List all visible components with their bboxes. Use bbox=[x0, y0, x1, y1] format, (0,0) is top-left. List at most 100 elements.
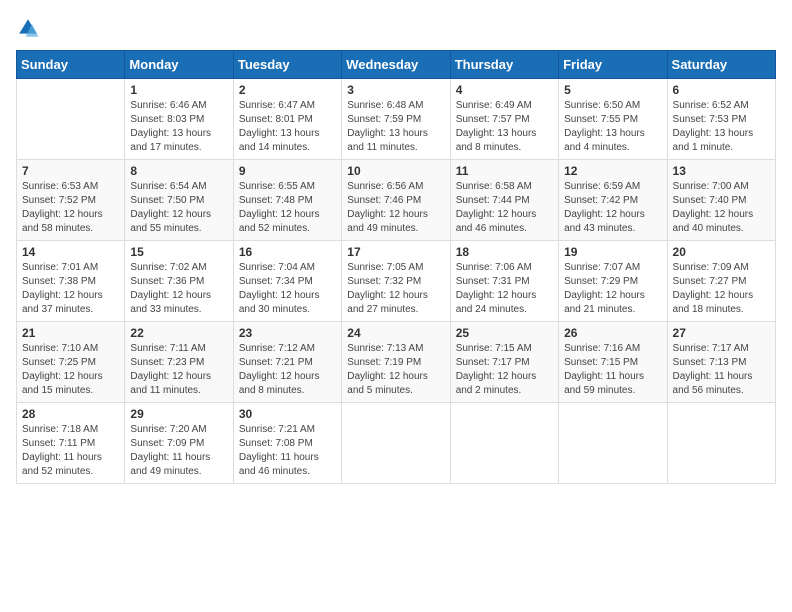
calendar-cell: 20 Sunrise: 7:09 AMSunset: 7:27 PMDayligh… bbox=[667, 241, 775, 322]
day-info: Sunrise: 7:17 AMSunset: 7:13 PMDaylight:… bbox=[673, 342, 770, 398]
calendar-cell: 18 Sunrise: 7:06 AMSunset: 7:31 PMDayligh… bbox=[450, 241, 558, 322]
day-info: Sunrise: 7:01 AMSunset: 7:38 PMDaylight:… bbox=[22, 261, 119, 317]
calendar-cell: 23 Sunrise: 7:12 AMSunset: 7:21 PMDayligh… bbox=[233, 322, 341, 403]
day-info: Sunrise: 7:07 AMSunset: 7:29 PMDaylight:… bbox=[564, 261, 661, 317]
day-number: 29 bbox=[130, 407, 227, 421]
day-number: 17 bbox=[347, 245, 444, 259]
day-info: Sunrise: 7:15 AMSunset: 7:17 PMDaylight:… bbox=[456, 342, 553, 398]
day-number: 1 bbox=[130, 83, 227, 97]
day-info: Sunrise: 7:02 AMSunset: 7:36 PMDaylight:… bbox=[130, 261, 227, 317]
day-info: Sunrise: 6:48 AMSunset: 7:59 PMDaylight:… bbox=[347, 99, 444, 155]
day-info: Sunrise: 7:06 AMSunset: 7:31 PMDaylight:… bbox=[456, 261, 553, 317]
calendar-cell: 6 Sunrise: 6:52 AMSunset: 7:53 PMDaylight… bbox=[667, 79, 775, 160]
calendar-week-row: 1 Sunrise: 6:46 AMSunset: 8:03 PMDaylight… bbox=[17, 79, 776, 160]
weekday-header-monday: Monday bbox=[125, 51, 233, 79]
calendar-cell: 1 Sunrise: 6:46 AMSunset: 8:03 PMDaylight… bbox=[125, 79, 233, 160]
calendar-cell: 15 Sunrise: 7:02 AMSunset: 7:36 PMDayligh… bbox=[125, 241, 233, 322]
day-number: 28 bbox=[22, 407, 119, 421]
day-info: Sunrise: 6:59 AMSunset: 7:42 PMDaylight:… bbox=[564, 180, 661, 236]
day-info: Sunrise: 7:05 AMSunset: 7:32 PMDaylight:… bbox=[347, 261, 444, 317]
logo bbox=[16, 16, 44, 40]
calendar-cell bbox=[559, 403, 667, 484]
day-number: 18 bbox=[456, 245, 553, 259]
calendar-cell: 19 Sunrise: 7:07 AMSunset: 7:29 PMDayligh… bbox=[559, 241, 667, 322]
day-number: 20 bbox=[673, 245, 770, 259]
calendar-cell: 14 Sunrise: 7:01 AMSunset: 7:38 PMDayligh… bbox=[17, 241, 125, 322]
weekday-header-saturday: Saturday bbox=[667, 51, 775, 79]
calendar-cell: 29 Sunrise: 7:20 AMSunset: 7:09 PMDayligh… bbox=[125, 403, 233, 484]
day-info: Sunrise: 7:12 AMSunset: 7:21 PMDaylight:… bbox=[239, 342, 336, 398]
day-number: 10 bbox=[347, 164, 444, 178]
calendar-cell bbox=[667, 403, 775, 484]
calendar-week-row: 7 Sunrise: 6:53 AMSunset: 7:52 PMDaylight… bbox=[17, 160, 776, 241]
calendar-cell: 12 Sunrise: 6:59 AMSunset: 7:42 PMDayligh… bbox=[559, 160, 667, 241]
calendar-cell: 28 Sunrise: 7:18 AMSunset: 7:11 PMDayligh… bbox=[17, 403, 125, 484]
day-info: Sunrise: 6:58 AMSunset: 7:44 PMDaylight:… bbox=[456, 180, 553, 236]
day-info: Sunrise: 6:46 AMSunset: 8:03 PMDaylight:… bbox=[130, 99, 227, 155]
day-number: 16 bbox=[239, 245, 336, 259]
calendar-cell: 21 Sunrise: 7:10 AMSunset: 7:25 PMDayligh… bbox=[17, 322, 125, 403]
day-info: Sunrise: 7:10 AMSunset: 7:25 PMDaylight:… bbox=[22, 342, 119, 398]
day-info: Sunrise: 7:04 AMSunset: 7:34 PMDaylight:… bbox=[239, 261, 336, 317]
calendar-week-row: 21 Sunrise: 7:10 AMSunset: 7:25 PMDayligh… bbox=[17, 322, 776, 403]
day-info: Sunrise: 7:13 AMSunset: 7:19 PMDaylight:… bbox=[347, 342, 444, 398]
day-info: Sunrise: 7:09 AMSunset: 7:27 PMDaylight:… bbox=[673, 261, 770, 317]
calendar-cell: 9Sunrise: 6:55 AMSunset: 7:48 PMDaylight… bbox=[233, 160, 341, 241]
day-info: Sunrise: 6:53 AMSunset: 7:52 PMDaylight:… bbox=[22, 180, 119, 236]
day-number: 6 bbox=[673, 83, 770, 97]
day-number: 21 bbox=[22, 326, 119, 340]
calendar-cell: 22 Sunrise: 7:11 AMSunset: 7:23 PMDayligh… bbox=[125, 322, 233, 403]
weekday-header-thursday: Thursday bbox=[450, 51, 558, 79]
day-number: 19 bbox=[564, 245, 661, 259]
page-header bbox=[16, 16, 776, 40]
calendar-table: SundayMondayTuesdayWednesdayThursdayFrid… bbox=[16, 50, 776, 484]
calendar-cell: 4Sunrise: 6:49 AMSunset: 7:57 PMDaylight… bbox=[450, 79, 558, 160]
calendar-cell: 24 Sunrise: 7:13 AMSunset: 7:19 PMDayligh… bbox=[342, 322, 450, 403]
calendar-cell: 3 Sunrise: 6:48 AMSunset: 7:59 PMDaylight… bbox=[342, 79, 450, 160]
day-number: 23 bbox=[239, 326, 336, 340]
day-number: 25 bbox=[456, 326, 553, 340]
calendar-cell: 30Sunrise: 7:21 AMSunset: 7:08 PMDayligh… bbox=[233, 403, 341, 484]
day-info: Sunrise: 6:52 AMSunset: 7:53 PMDaylight:… bbox=[673, 99, 770, 155]
day-number: 13 bbox=[673, 164, 770, 178]
day-number: 8 bbox=[130, 164, 227, 178]
day-info: Sunrise: 6:49 AMSunset: 7:57 PMDaylight:… bbox=[456, 99, 553, 155]
calendar-cell: 5Sunrise: 6:50 AMSunset: 7:55 PMDaylight… bbox=[559, 79, 667, 160]
calendar-cell: 13Sunrise: 7:00 AMSunset: 7:40 PMDayligh… bbox=[667, 160, 775, 241]
calendar-cell: 27Sunrise: 7:17 AMSunset: 7:13 PMDayligh… bbox=[667, 322, 775, 403]
calendar-week-row: 28 Sunrise: 7:18 AMSunset: 7:11 PMDayligh… bbox=[17, 403, 776, 484]
logo-icon bbox=[16, 16, 40, 40]
day-info: Sunrise: 6:47 AMSunset: 8:01 PMDaylight:… bbox=[239, 99, 336, 155]
day-number: 22 bbox=[130, 326, 227, 340]
weekday-header-row: SundayMondayTuesdayWednesdayThursdayFrid… bbox=[17, 51, 776, 79]
day-number: 15 bbox=[130, 245, 227, 259]
day-info: Sunrise: 6:56 AMSunset: 7:46 PMDaylight:… bbox=[347, 180, 444, 236]
calendar-cell: 17 Sunrise: 7:05 AMSunset: 7:32 PMDayligh… bbox=[342, 241, 450, 322]
weekday-header-tuesday: Tuesday bbox=[233, 51, 341, 79]
day-number: 2 bbox=[239, 83, 336, 97]
day-number: 3 bbox=[347, 83, 444, 97]
calendar-cell: 26 Sunrise: 7:16 AMSunset: 7:15 PMDayligh… bbox=[559, 322, 667, 403]
day-number: 11 bbox=[456, 164, 553, 178]
calendar-cell: 2 Sunrise: 6:47 AMSunset: 8:01 PMDaylight… bbox=[233, 79, 341, 160]
weekday-header-friday: Friday bbox=[559, 51, 667, 79]
day-number: 9 bbox=[239, 164, 336, 178]
calendar-cell: 7 Sunrise: 6:53 AMSunset: 7:52 PMDaylight… bbox=[17, 160, 125, 241]
calendar-cell bbox=[450, 403, 558, 484]
day-info: Sunrise: 7:20 AMSunset: 7:09 PMDaylight:… bbox=[130, 423, 227, 479]
day-info: Sunrise: 7:11 AMSunset: 7:23 PMDaylight:… bbox=[130, 342, 227, 398]
day-number: 26 bbox=[564, 326, 661, 340]
day-number: 14 bbox=[22, 245, 119, 259]
day-info: Sunrise: 6:54 AMSunset: 7:50 PMDaylight:… bbox=[130, 180, 227, 236]
day-info: Sunrise: 6:50 AMSunset: 7:55 PMDaylight:… bbox=[564, 99, 661, 155]
weekday-header-wednesday: Wednesday bbox=[342, 51, 450, 79]
day-info: Sunrise: 7:18 AMSunset: 7:11 PMDaylight:… bbox=[22, 423, 119, 479]
calendar-cell bbox=[17, 79, 125, 160]
day-number: 7 bbox=[22, 164, 119, 178]
calendar-cell: 10 Sunrise: 6:56 AMSunset: 7:46 PMDayligh… bbox=[342, 160, 450, 241]
calendar-cell: 8 Sunrise: 6:54 AMSunset: 7:50 PMDaylight… bbox=[125, 160, 233, 241]
calendar-cell: 25 Sunrise: 7:15 AMSunset: 7:17 PMDayligh… bbox=[450, 322, 558, 403]
day-number: 12 bbox=[564, 164, 661, 178]
day-number: 24 bbox=[347, 326, 444, 340]
day-info: Sunrise: 7:16 AMSunset: 7:15 PMDaylight:… bbox=[564, 342, 661, 398]
